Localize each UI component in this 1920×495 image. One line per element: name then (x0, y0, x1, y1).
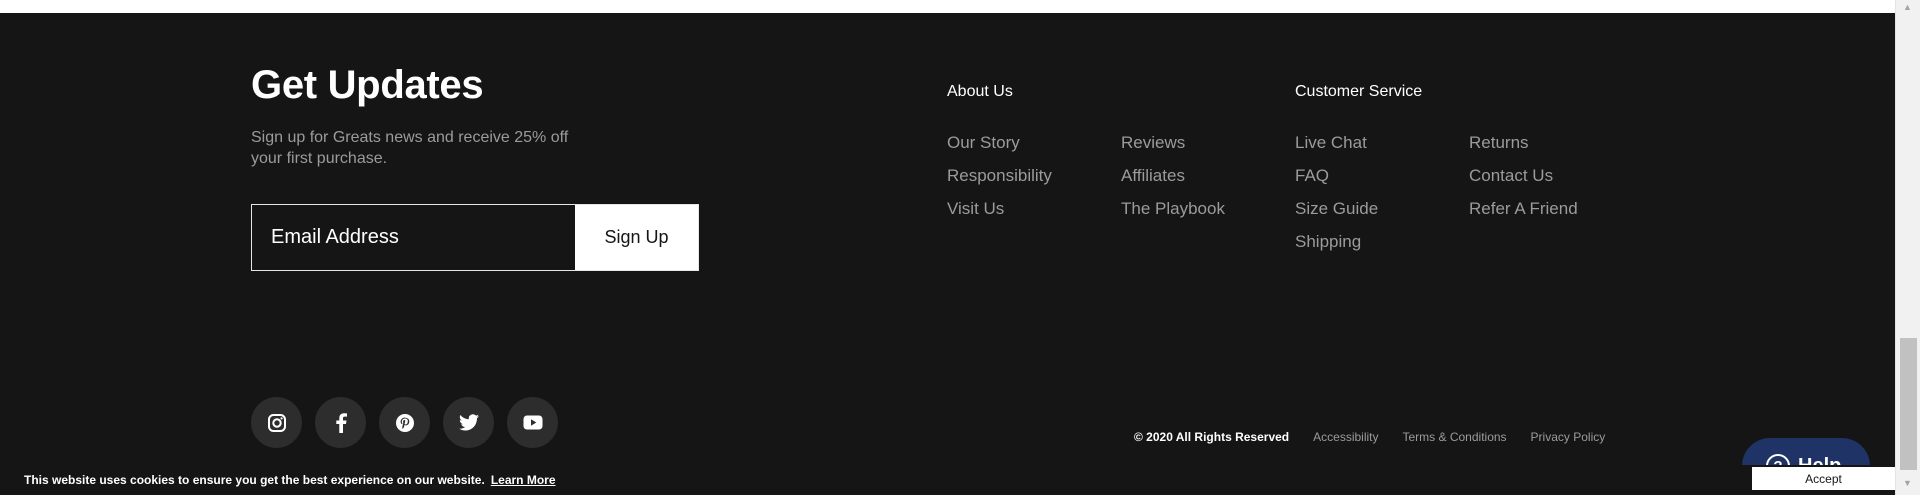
footer-link-live-chat[interactable]: Live Chat (1295, 133, 1378, 166)
footer-link-our-story[interactable]: Our Story (947, 133, 1052, 166)
footer-link-faq[interactable]: FAQ (1295, 166, 1378, 199)
about-links-col2: Reviews Affiliates The Playbook (1121, 133, 1225, 232)
site-footer: Get Updates Sign up for Greats news and … (0, 13, 1895, 495)
scroll-up-icon[interactable]: ▲ (1903, 2, 1912, 12)
pinterest-icon[interactable] (379, 397, 430, 448)
terms-link[interactable]: Terms & Conditions (1403, 430, 1507, 444)
footer-link-visit-us[interactable]: Visit Us (947, 199, 1052, 232)
footer-link-contact-us[interactable]: Contact Us (1469, 166, 1578, 199)
service-links-col2: Returns Contact Us Refer A Friend (1469, 133, 1578, 232)
newsletter-form: Sign Up (251, 204, 699, 271)
accessibility-link[interactable]: Accessibility (1313, 430, 1378, 444)
cookie-banner: This website uses cookies to ensure you … (0, 465, 1895, 495)
legal-bar: © 2020 All Rights Reserved Accessibility… (1134, 430, 1629, 444)
footer-link-size-guide[interactable]: Size Guide (1295, 199, 1378, 232)
learn-more-link[interactable]: Learn More (491, 473, 556, 487)
about-links-col1: Our Story Responsibility Visit Us (947, 133, 1052, 232)
email-input[interactable] (252, 205, 575, 270)
youtube-icon[interactable] (507, 397, 558, 448)
footer-link-shipping[interactable]: Shipping (1295, 232, 1378, 265)
scroll-thumb[interactable] (1900, 338, 1917, 470)
page-scrollbar[interactable]: ▲ ▼ (1895, 0, 1920, 495)
cookie-text: This website uses cookies to ensure you … (24, 473, 485, 487)
customer-service-heading: Customer Service (1295, 83, 1423, 100)
newsletter-description: Sign up for Greats news and receive 25% … (251, 129, 569, 167)
footer-link-refer-a-friend[interactable]: Refer A Friend (1469, 199, 1578, 232)
footer-link-returns[interactable]: Returns (1469, 133, 1578, 166)
privacy-policy-link[interactable]: Privacy Policy (1531, 430, 1606, 444)
accept-cookies-button[interactable]: Accept (1752, 467, 1895, 490)
footer-link-responsibility[interactable]: Responsibility (947, 166, 1052, 199)
sign-up-button[interactable]: Sign Up (575, 205, 698, 270)
newsletter-title: Get Updates (251, 63, 484, 107)
footer-link-playbook[interactable]: The Playbook (1121, 199, 1225, 232)
facebook-icon[interactable] (315, 397, 366, 448)
copyright-text: © 2020 All Rights Reserved (1134, 430, 1290, 444)
scroll-down-icon[interactable]: ▼ (1903, 478, 1912, 488)
twitter-icon[interactable] (443, 397, 494, 448)
footer-link-reviews[interactable]: Reviews (1121, 133, 1225, 166)
instagram-icon[interactable] (251, 397, 302, 448)
footer-link-affiliates[interactable]: Affiliates (1121, 166, 1225, 199)
service-links-col1: Live Chat FAQ Size Guide Shipping (1295, 133, 1378, 265)
about-us-heading: About Us (947, 83, 1013, 100)
social-links (251, 397, 558, 448)
cookie-message: This website uses cookies to ensure you … (24, 473, 556, 487)
